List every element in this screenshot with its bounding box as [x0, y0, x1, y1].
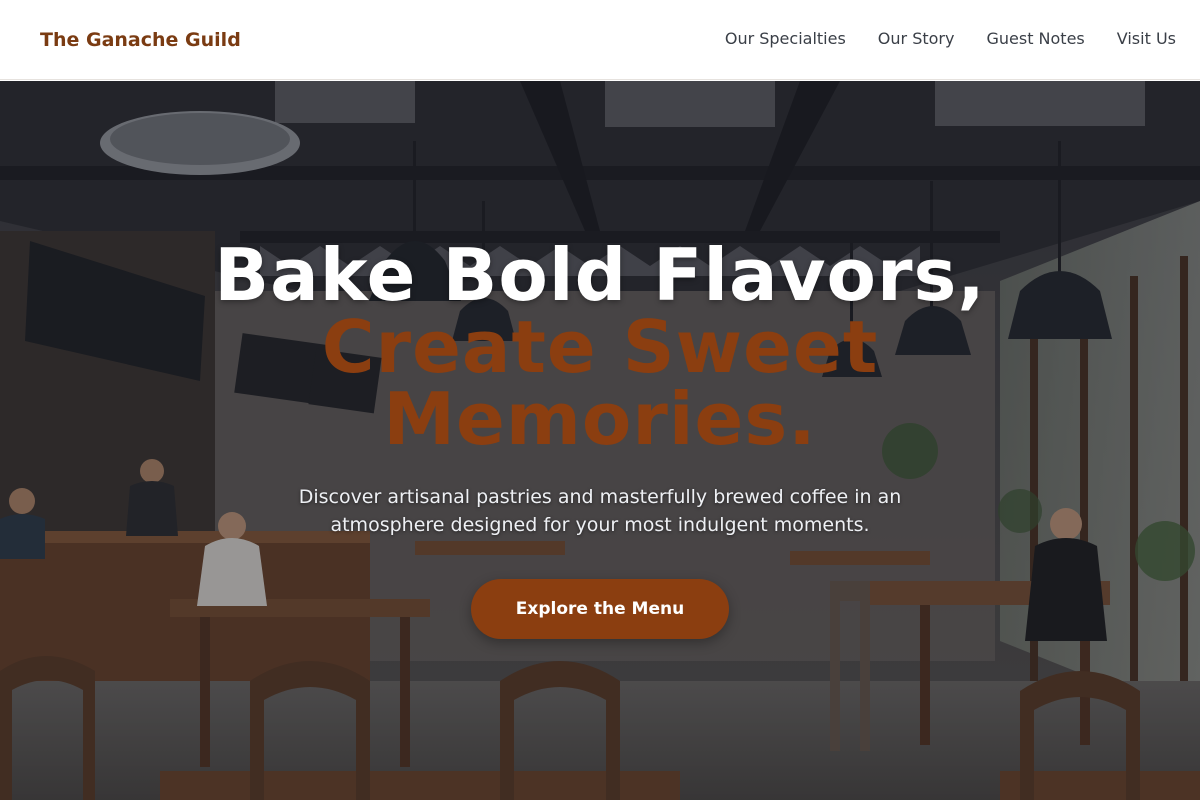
nav-link-our-specialties[interactable]: Our Specialties [725, 29, 846, 49]
hero-headline-line1: Bake Bold Flavors, [214, 233, 986, 317]
main-nav: Our Specialties Our Story Guest Notes Vi… [725, 29, 1176, 49]
nav-link-guest-notes[interactable]: Guest Notes [986, 29, 1084, 49]
hero-section: Bake Bold Flavors, Create Sweet Memories… [0, 81, 1200, 800]
hero-headline: Bake Bold Flavors, Create Sweet Memories… [0, 239, 1200, 455]
explore-menu-button[interactable]: Explore the Menu [471, 579, 729, 639]
hero-subtitle: Discover artisanal pastries and masterfu… [298, 486, 902, 536]
nav-link-visit-us[interactable]: Visit Us [1117, 29, 1176, 49]
brand-logo[interactable]: The Ganache Guild [40, 28, 241, 52]
hero-headline-line2: Create Sweet Memories. [321, 305, 879, 461]
nav-link-our-story[interactable]: Our Story [878, 29, 955, 49]
site-header: The Ganache Guild Our Specialties Our St… [0, 0, 1200, 80]
